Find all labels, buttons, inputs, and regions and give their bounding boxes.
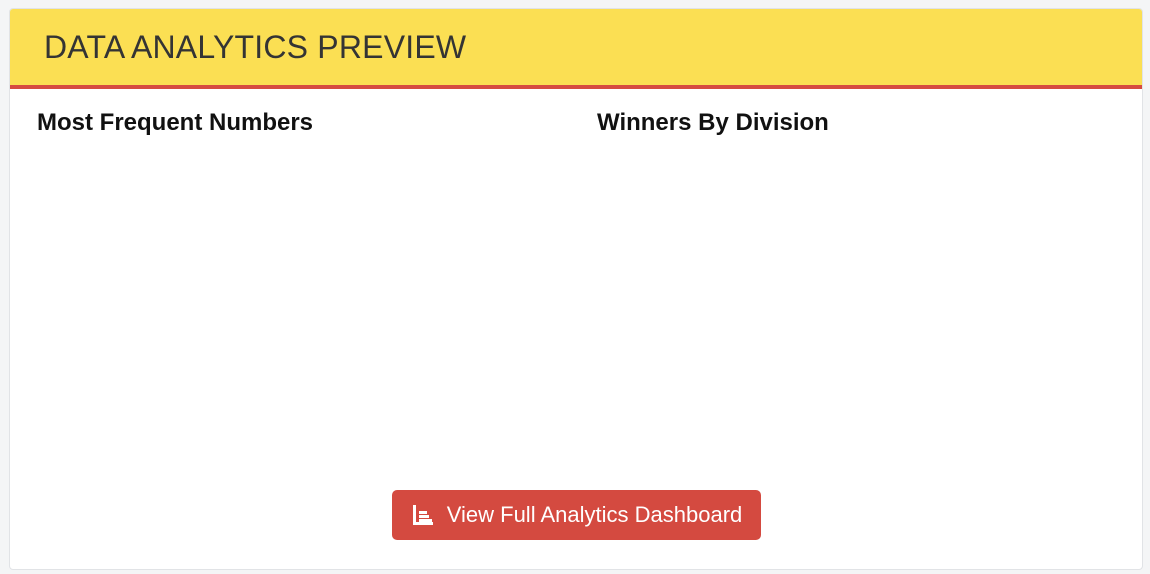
card-body: Most Frequent Numbers Winners By Divisio… — [10, 89, 1142, 567]
winners-by-division-title: Winners By Division — [597, 109, 829, 136]
winners-by-division-chart — [597, 159, 1117, 479]
view-full-analytics-dashboard-button[interactable]: View Full Analytics Dashboard — [392, 490, 761, 540]
page-title: DATA ANALYTICS PREVIEW — [44, 28, 467, 65]
most-frequent-numbers-chart — [37, 159, 567, 479]
view-full-analytics-dashboard-label: View Full Analytics Dashboard — [446, 502, 743, 527]
analytics-preview-card: DATA ANALYTICS PREVIEW Most Frequent Num… — [9, 8, 1143, 570]
card-header: DATA ANALYTICS PREVIEW — [10, 9, 1142, 89]
chart-bar-icon — [411, 503, 435, 527]
most-frequent-numbers-title: Most Frequent Numbers — [37, 109, 314, 136]
